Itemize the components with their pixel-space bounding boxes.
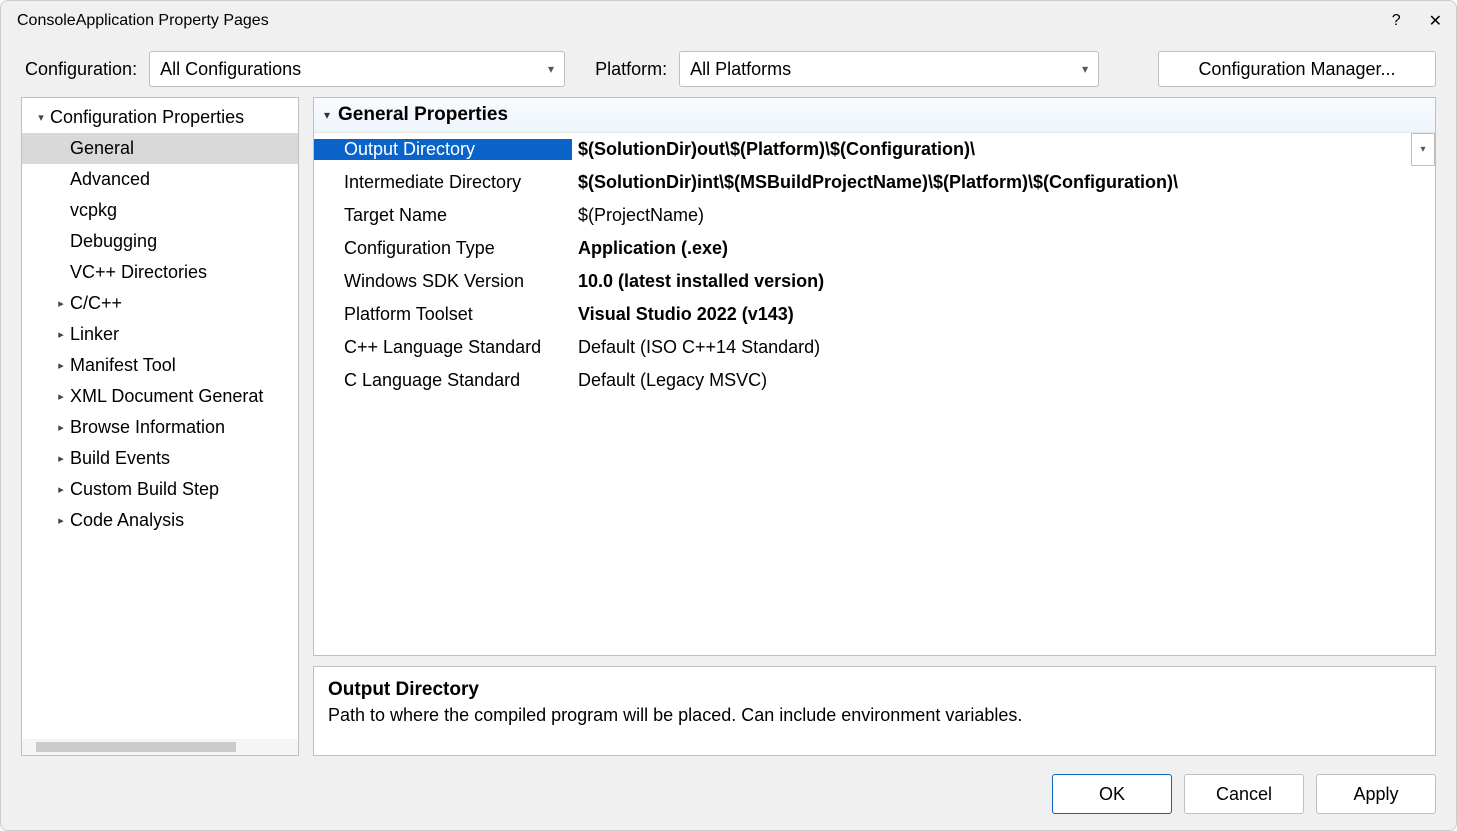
tree-item[interactable]: vcpkg bbox=[22, 195, 298, 226]
property-row[interactable]: Output Directory$(SolutionDir)out\$(Plat… bbox=[314, 133, 1435, 166]
tree-item[interactable]: ▸C/C++ bbox=[22, 288, 298, 319]
property-label: Configuration Type bbox=[314, 238, 572, 259]
tree-item[interactable]: ▸Custom Build Step bbox=[22, 474, 298, 505]
tree-item-label: Debugging bbox=[70, 231, 157, 252]
chevron-down-icon: ▾ bbox=[32, 111, 50, 124]
cancel-button[interactable]: Cancel bbox=[1184, 774, 1304, 814]
tree-item-label: vcpkg bbox=[70, 200, 117, 221]
property-label: C Language Standard bbox=[314, 370, 572, 391]
chevron-down-icon: ▾ bbox=[548, 62, 554, 76]
tree-root-item[interactable]: ▾Configuration Properties bbox=[22, 102, 298, 133]
property-row[interactable]: Platform ToolsetVisual Studio 2022 (v143… bbox=[314, 298, 1435, 331]
tree-item-label: General bbox=[70, 138, 134, 159]
description-title: Output Directory bbox=[328, 679, 1421, 701]
tree: ▾Configuration Properties General Advanced… bbox=[22, 98, 298, 739]
tree-item[interactable]: VC++ Directories bbox=[22, 257, 298, 288]
tree-item-label: VC++ Directories bbox=[70, 262, 207, 283]
property-row[interactable]: C++ Language StandardDefault (ISO C++14 … bbox=[314, 331, 1435, 364]
tree-item-label: C/C++ bbox=[70, 293, 122, 314]
property-label: C++ Language Standard bbox=[314, 337, 572, 358]
property-value[interactable]: Application (.exe) bbox=[572, 238, 1435, 259]
property-row[interactable]: Target Name$(ProjectName) bbox=[314, 199, 1435, 232]
property-label: Windows SDK Version bbox=[314, 271, 572, 292]
footer: OK Cancel Apply bbox=[1, 766, 1456, 830]
chevron-right-icon: ▸ bbox=[52, 514, 70, 527]
apply-button[interactable]: Apply bbox=[1316, 774, 1436, 814]
property-value[interactable]: Default (Legacy MSVC) bbox=[572, 370, 1435, 391]
tree-item-label: Custom Build Step bbox=[70, 479, 219, 500]
description-panel: Output Directory Path to where the compi… bbox=[313, 666, 1436, 756]
chevron-right-icon: ▸ bbox=[52, 328, 70, 341]
property-row[interactable]: C Language StandardDefault (Legacy MSVC) bbox=[314, 364, 1435, 397]
property-rows: Output Directory$(SolutionDir)out\$(Plat… bbox=[314, 133, 1435, 655]
group-title: General Properties bbox=[338, 104, 508, 126]
tree-panel: ▾Configuration Properties General Advanced… bbox=[21, 97, 299, 756]
chevron-right-icon: ▸ bbox=[52, 483, 70, 496]
chevron-down-icon: ▾ bbox=[1082, 62, 1088, 76]
tree-item[interactable]: Debugging bbox=[22, 226, 298, 257]
toolbar: Configuration: All Configurations ▾ Plat… bbox=[1, 41, 1456, 97]
help-icon[interactable]: ? bbox=[1392, 12, 1401, 30]
tree-item[interactable]: ▸Build Events bbox=[22, 443, 298, 474]
tree-item-label: XML Document Generat bbox=[70, 386, 263, 407]
tree-item[interactable]: ▸Linker bbox=[22, 319, 298, 350]
property-value[interactable]: Default (ISO C++14 Standard) bbox=[572, 337, 1435, 358]
property-pages-dialog: ConsoleApplication Property Pages ? ✕ Co… bbox=[0, 0, 1457, 831]
property-row[interactable]: Intermediate Directory$(SolutionDir)int\… bbox=[314, 166, 1435, 199]
chevron-right-icon: ▸ bbox=[52, 452, 70, 465]
platform-select[interactable]: All Platforms ▾ bbox=[679, 51, 1099, 87]
description-text: Path to where the compiled program will … bbox=[328, 705, 1421, 726]
configuration-select[interactable]: All Configurations ▾ bbox=[149, 51, 565, 87]
property-value[interactable]: $(ProjectName) bbox=[572, 205, 1435, 226]
property-label: Platform Toolset bbox=[314, 304, 572, 325]
tree-item-label: Manifest Tool bbox=[70, 355, 176, 376]
chevron-right-icon: ▸ bbox=[52, 297, 70, 310]
platform-label: Platform: bbox=[595, 59, 667, 80]
close-icon[interactable]: ✕ bbox=[1429, 11, 1442, 31]
chevron-right-icon: ▸ bbox=[52, 421, 70, 434]
property-row[interactable]: Windows SDK Version10.0 (latest installe… bbox=[314, 265, 1435, 298]
tree-item-label: Code Analysis bbox=[70, 510, 184, 531]
tree-item[interactable]: Advanced bbox=[22, 164, 298, 195]
property-value[interactable]: $(SolutionDir)out\$(Platform)\$(Configur… bbox=[572, 139, 1411, 160]
property-label: Output Directory bbox=[314, 139, 572, 160]
tree-item[interactable]: ▸XML Document Generat bbox=[22, 381, 298, 412]
platform-value: All Platforms bbox=[690, 59, 791, 80]
property-value[interactable]: 10.0 (latest installed version) bbox=[572, 271, 1435, 292]
chevron-down-icon: ▾ bbox=[1420, 144, 1425, 155]
titlebar-controls: ? ✕ bbox=[1392, 11, 1442, 31]
configuration-manager-button[interactable]: Configuration Manager... bbox=[1158, 51, 1436, 87]
property-grid: ▾ General Properties Output Directory$(S… bbox=[313, 97, 1436, 656]
configuration-value: All Configurations bbox=[160, 59, 301, 80]
configuration-label: Configuration: bbox=[25, 59, 137, 80]
chevron-right-icon: ▸ bbox=[52, 359, 70, 372]
property-label: Target Name bbox=[314, 205, 572, 226]
group-header[interactable]: ▾ General Properties bbox=[314, 98, 1435, 133]
property-label: Intermediate Directory bbox=[314, 172, 572, 193]
property-row[interactable]: Configuration TypeApplication (.exe) bbox=[314, 232, 1435, 265]
tree-item-label: Advanced bbox=[70, 169, 150, 190]
tree-item-label: Build Events bbox=[70, 448, 170, 469]
property-value[interactable]: Visual Studio 2022 (v143) bbox=[572, 304, 1435, 325]
dialog-body: ▾Configuration PropertiesGeneralAdvanced… bbox=[1, 97, 1456, 766]
tree-scrollbar[interactable] bbox=[22, 739, 298, 755]
chevron-down-icon: ▾ bbox=[324, 108, 330, 122]
property-value[interactable]: $(SolutionDir)int\$(MSBuildProjectName)\… bbox=[572, 172, 1435, 193]
tree-item[interactable]: ▸Code Analysis bbox=[22, 505, 298, 536]
chevron-right-icon: ▸ bbox=[52, 390, 70, 403]
tree-item-label: Browse Information bbox=[70, 417, 225, 438]
right-stack: ▾ General Properties Output Directory$(S… bbox=[313, 97, 1436, 756]
property-dropdown-button[interactable]: ▾ bbox=[1411, 133, 1435, 166]
tree-item-label: Configuration Properties bbox=[50, 107, 244, 128]
tree-item[interactable]: ▸Browse Information bbox=[22, 412, 298, 443]
tree-item-label: Linker bbox=[70, 324, 119, 345]
ok-button[interactable]: OK bbox=[1052, 774, 1172, 814]
scrollbar-thumb[interactable] bbox=[36, 742, 236, 752]
titlebar: ConsoleApplication Property Pages ? ✕ bbox=[1, 1, 1456, 41]
tree-item[interactable]: General bbox=[22, 133, 298, 164]
tree-item[interactable]: ▸Manifest Tool bbox=[22, 350, 298, 381]
window-title: ConsoleApplication Property Pages bbox=[17, 12, 269, 30]
